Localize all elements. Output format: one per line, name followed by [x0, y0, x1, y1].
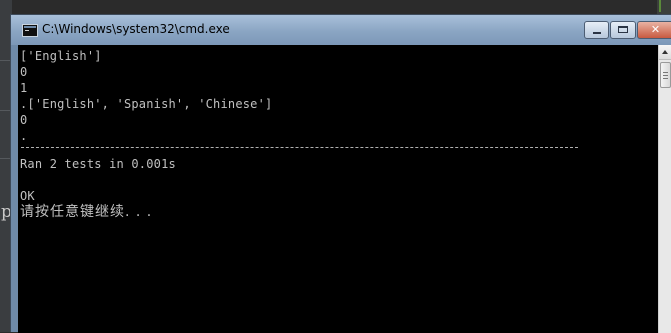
console-line: ['English'] [20, 49, 102, 63]
console-line: . [20, 129, 28, 143]
console-line: OK [20, 189, 35, 203]
window-title: C:\Windows\system32\cmd.exe [42, 22, 230, 36]
close-icon: ✕ [650, 23, 661, 36]
console-prompt-line: 请按任意键继续. . . [20, 204, 153, 220]
minimize-icon [593, 32, 601, 34]
maximize-icon [618, 26, 628, 33]
arrow-up-icon [662, 50, 668, 54]
cmd-window: C:\Windows\system32\cmd.exe ✕ ['English'… [10, 14, 671, 333]
scroll-up-button[interactable] [659, 45, 671, 60]
maximize-button[interactable] [610, 21, 636, 39]
console-line: 0 [20, 113, 28, 127]
vertical-scrollbar[interactable] [658, 45, 671, 333]
cmd-icon[interactable] [22, 24, 38, 37]
console-line: Ran 2 tests in 0.001s [20, 157, 176, 171]
test-separator-line [21, 147, 578, 148]
console-line: .['English', 'Spanish', 'Chinese'] [20, 97, 273, 111]
console-output[interactable]: ['English'] 0 1 .['English', 'Spanish', … [18, 45, 658, 333]
console-line: 1 [20, 81, 28, 95]
title-bar[interactable]: C:\Windows\system32\cmd.exe ✕ [11, 15, 671, 45]
scroll-thumb[interactable] [660, 62, 671, 88]
console-line: 0 [20, 65, 28, 79]
close-button[interactable]: ✕ [637, 21, 671, 39]
minimize-button[interactable] [584, 21, 609, 39]
